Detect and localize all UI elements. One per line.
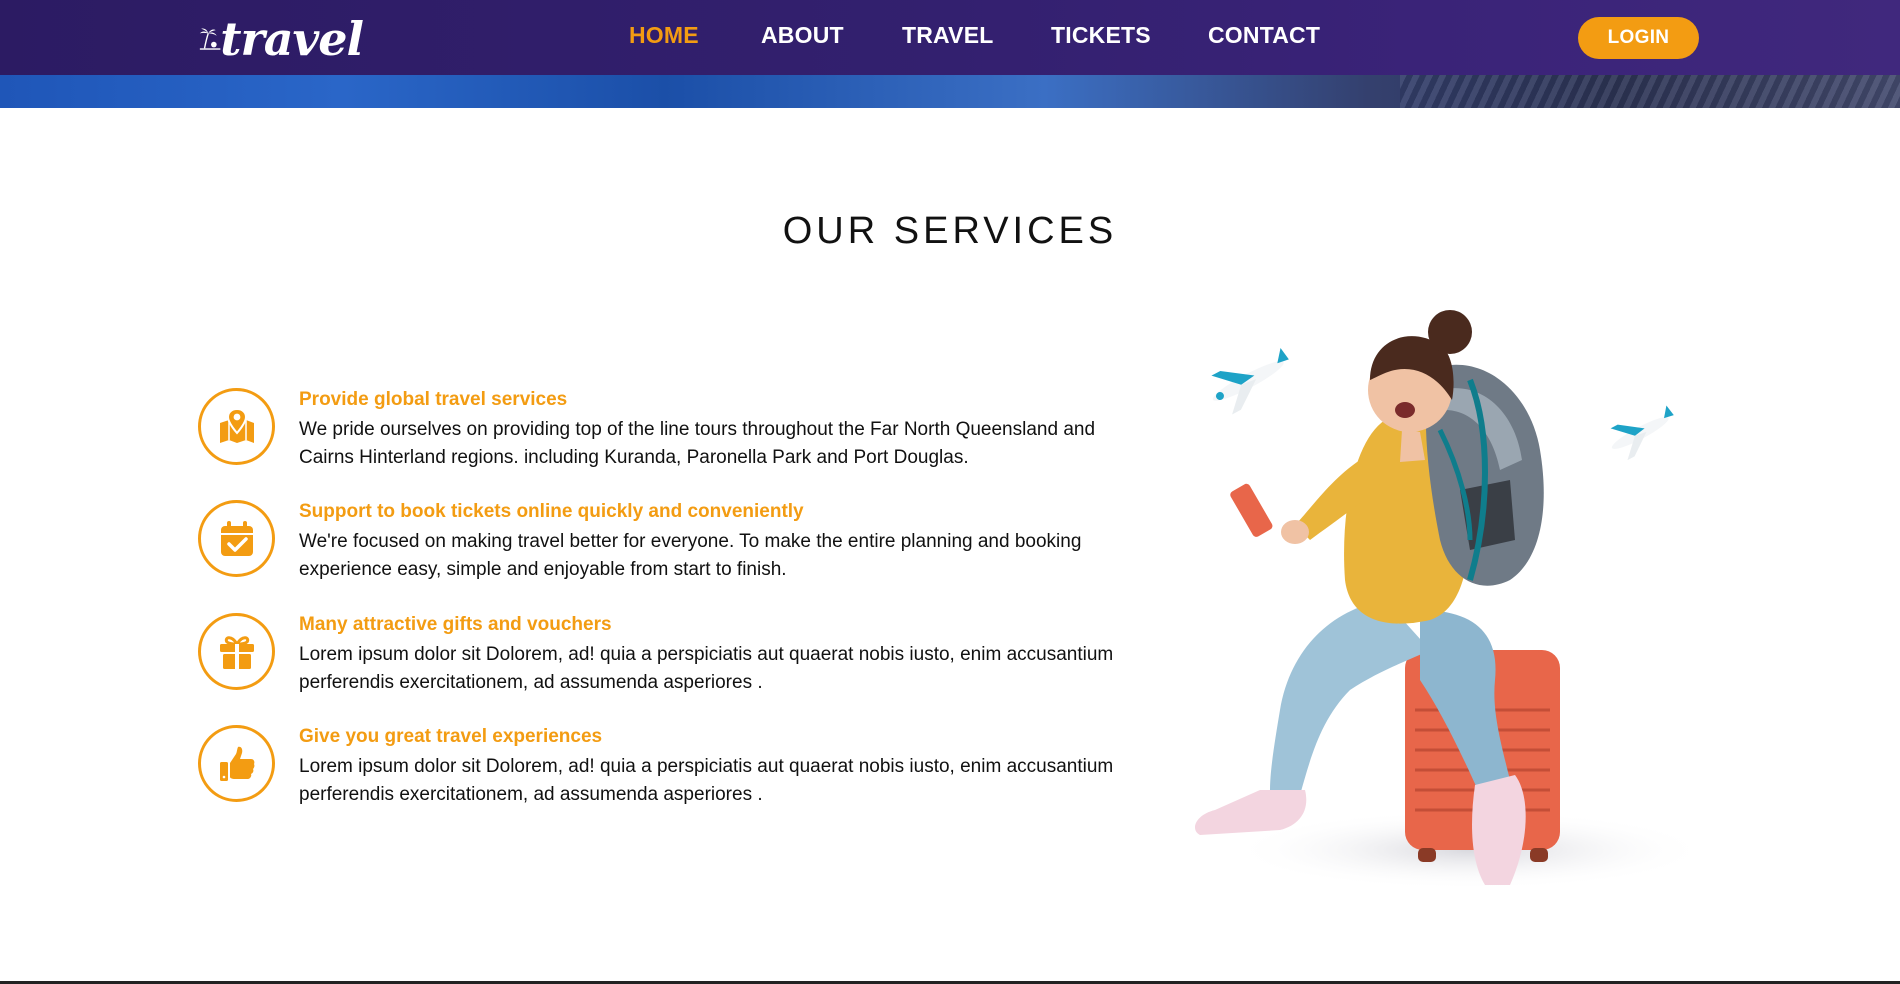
service-item: Many attractive gifts and vouchers Lorem…: [198, 613, 1118, 713]
service-item: Give you great travel experiences Lorem …: [198, 725, 1118, 825]
map-pin-icon: [219, 407, 254, 443]
calendar-check-icon: [220, 520, 253, 556]
service-title: Provide global travel services: [299, 389, 568, 410]
nav-home[interactable]: HOME: [629, 22, 699, 49]
gift-icon: [219, 635, 254, 669]
service-description: Lorem ipsum dolor sit Dolorem, ad! quia …: [299, 644, 1114, 693]
thumbs-up-icon: [219, 746, 254, 781]
traveler-illustration: [1195, 310, 1690, 890]
service-icon-circle: [198, 500, 275, 577]
service-icon-circle: [198, 388, 275, 465]
login-button[interactable]: LOGIN: [1578, 17, 1699, 59]
service-icon-circle: [198, 613, 275, 690]
service-title: Many attractive gifts and vouchers: [299, 614, 612, 635]
service-title: Support to book tickets online quickly a…: [299, 501, 804, 522]
airplane-left-icon: [1211, 347, 1289, 415]
hero-banner-strip: [0, 75, 1900, 108]
nav-tickets[interactable]: TICKETS: [1051, 22, 1151, 49]
service-description: Lorem ipsum dolor sit Dolorem, ad! quia …: [299, 756, 1114, 805]
service-description: We pride ourselves on providing top of t…: [299, 419, 1096, 468]
site-header: travel HOME ABOUT TRAVEL TICKETS CONTACT…: [0, 0, 1900, 75]
nav-contact[interactable]: CONTACT: [1208, 22, 1320, 49]
nav-travel[interactable]: TRAVEL: [902, 22, 994, 49]
service-description: We're focused on making travel better fo…: [299, 531, 1082, 580]
service-item: Provide global travel services We pride …: [198, 388, 1118, 488]
airplane-right-icon: [1610, 405, 1674, 461]
nav-about[interactable]: ABOUT: [761, 22, 844, 49]
service-item: Support to book tickets online quickly a…: [198, 500, 1118, 600]
service-title: Give you great travel experiences: [299, 726, 603, 747]
section-title: OUR SERVICES: [782, 210, 1118, 252]
service-icon-circle: [198, 725, 275, 802]
